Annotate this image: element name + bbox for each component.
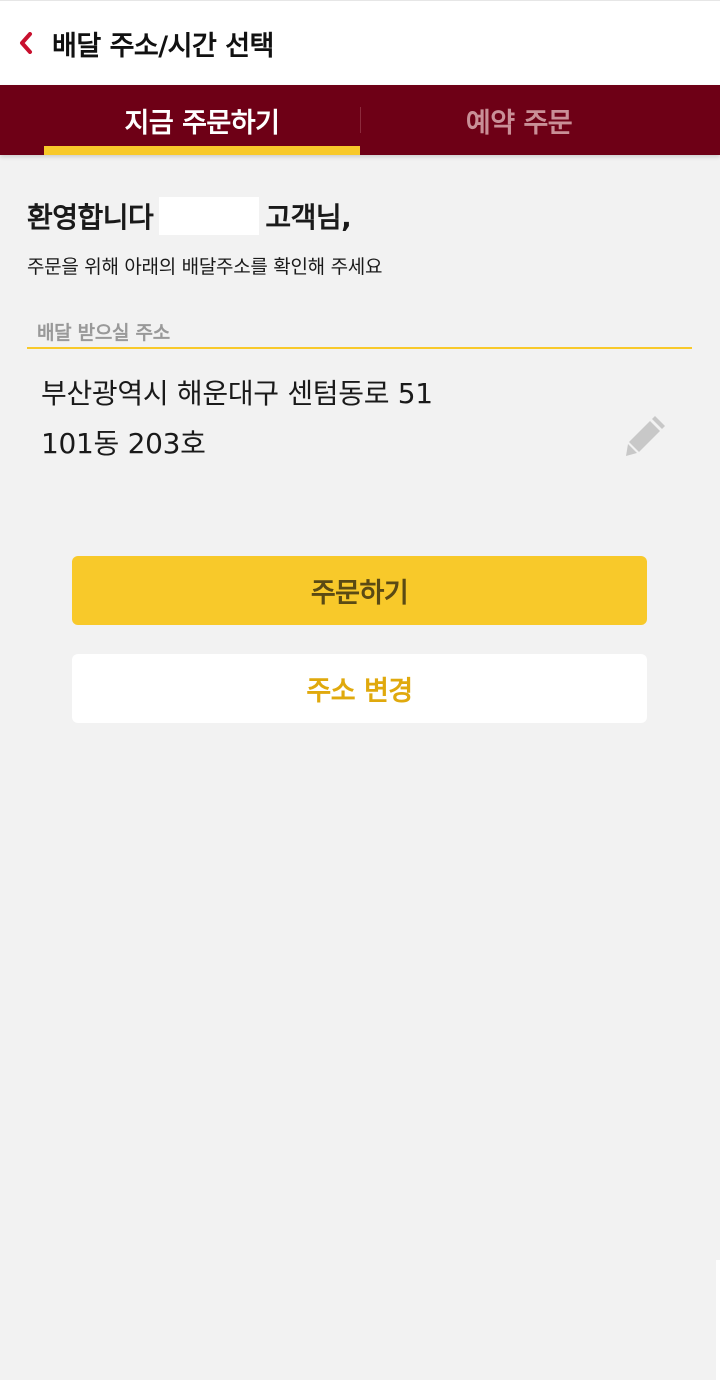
tab-order-now[interactable]: 지금 주문하기 [44,85,360,155]
address-label: 배달 받으실 주소 [37,322,170,344]
pencil-icon [626,416,665,456]
change-address-button[interactable]: 주소 변경 [72,654,647,723]
scroll-edge [716,1260,720,1380]
welcome-message: 환영합니다 고객님, [27,196,687,236]
delivery-address-screen: 배달 주소/시간 선택 지금 주문하기 예약 주문 환영합니다 고객님, 주문을… [0,0,720,1380]
page-title: 배달 주소/시간 선택 [52,30,274,62]
tab-reservation-order[interactable]: 예약 주문 [361,85,677,155]
welcome-subtitle: 주문을 위해 아래의 배달주소를 확인해 주세요 [27,256,383,278]
welcome-greeting: 환영합니다 [27,201,154,234]
customer-name-redacted [159,197,260,235]
edit-address-button[interactable] [625,412,669,456]
order-type-tabs: 지금 주문하기 예약 주문 [0,85,720,155]
address-line-2: 101동 203호 [41,427,206,460]
welcome-suffix: 고객님, [265,201,352,234]
app-header: 배달 주소/시간 선택 [0,0,720,85]
order-button[interactable]: 주문하기 [72,556,647,625]
chevron-left-icon [20,32,32,54]
address-divider [27,347,692,349]
back-button[interactable] [0,1,52,86]
address-line-1: 부산광역시 해운대구 센텀동로 51 [41,377,433,410]
